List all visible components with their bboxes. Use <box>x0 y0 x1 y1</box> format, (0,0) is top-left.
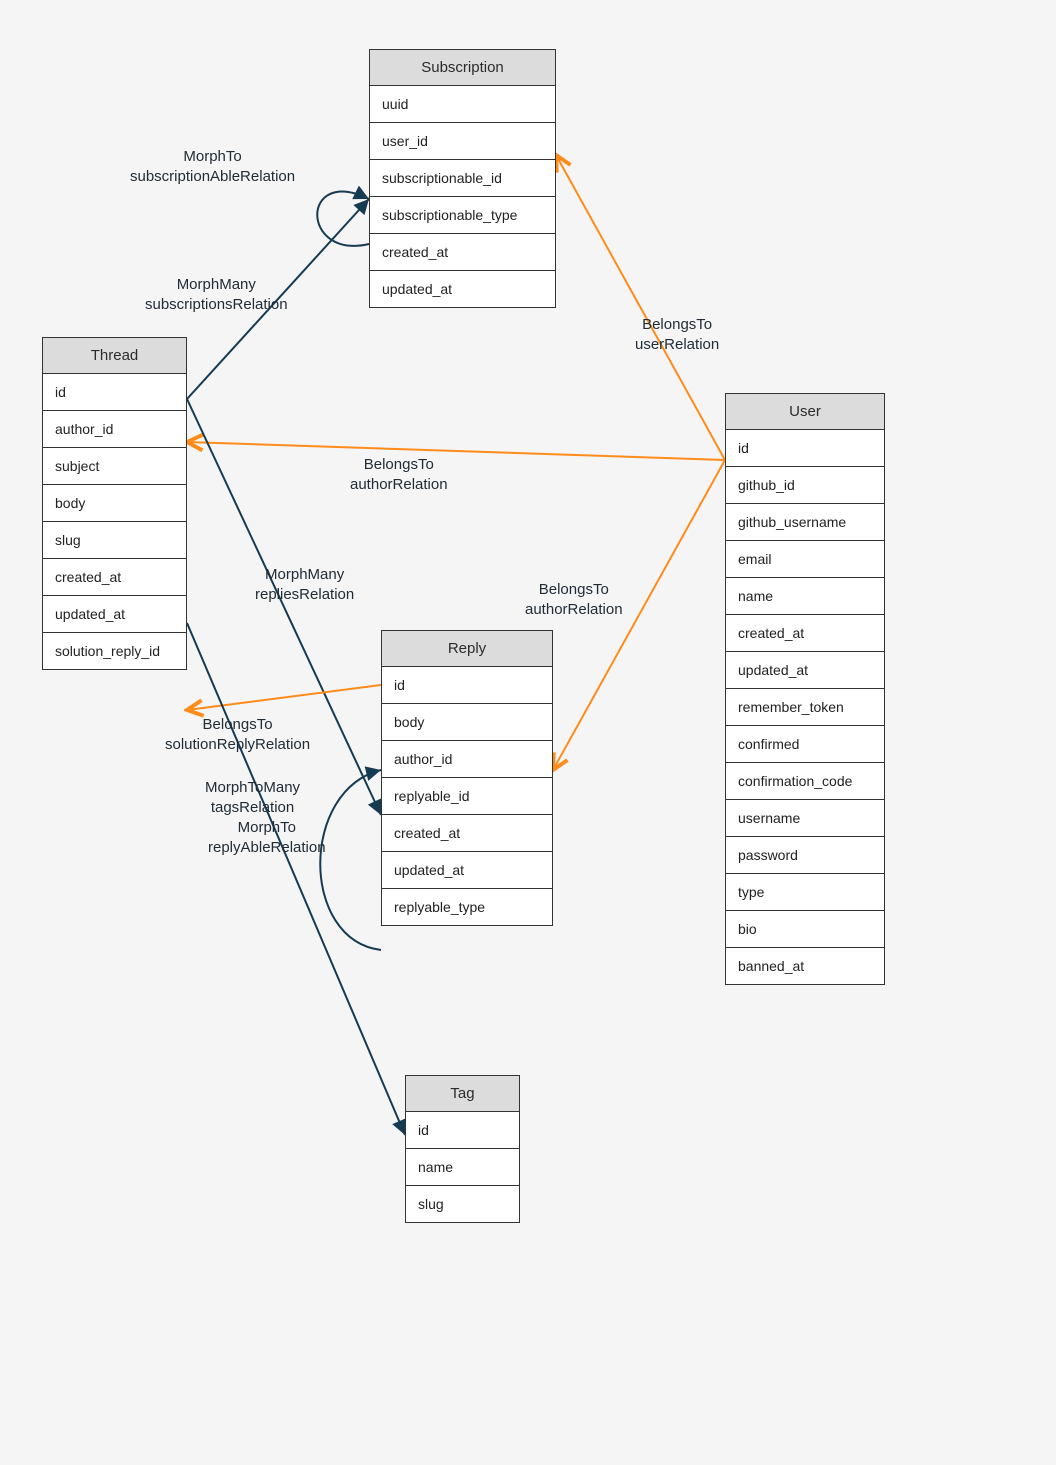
field: author_id <box>43 411 186 448</box>
field: user_id <box>370 123 555 160</box>
edge-morphtomany-tags <box>187 623 405 1135</box>
field: replyable_id <box>382 778 552 815</box>
label-belongsto-author-thread: BelongsTo authorRelation <box>350 455 448 494</box>
field: name <box>406 1149 519 1186</box>
label-belongsto-solutionreply: BelongsTo solutionReplyRelation <box>165 715 310 754</box>
field: github_id <box>726 467 884 504</box>
field: solution_reply_id <box>43 633 186 669</box>
field: author_id <box>382 741 552 778</box>
field: id <box>406 1112 519 1149</box>
field: subscriptionable_id <box>370 160 555 197</box>
field: updated_at <box>726 652 884 689</box>
field: updated_at <box>43 596 186 633</box>
field: banned_at <box>726 948 884 984</box>
entity-user: User id github_id github_username email … <box>725 393 885 985</box>
label-morphmany-subscriptions: MorphMany subscriptionsRelation <box>145 275 288 314</box>
field: name <box>726 578 884 615</box>
label-morphto-subscriptionable: MorphTo subscriptionAbleRelation <box>130 147 295 186</box>
entity-tag: Tag id name slug <box>405 1075 520 1223</box>
field: email <box>726 541 884 578</box>
field: replyable_type <box>382 889 552 925</box>
entity-title: Subscription <box>370 50 555 86</box>
field: updated_at <box>382 852 552 889</box>
entity-title: Thread <box>43 338 186 374</box>
field: uuid <box>370 86 555 123</box>
field: slug <box>43 522 186 559</box>
label-morphto-replyable: MorphTo replyAbleRelation <box>208 818 326 857</box>
field: confirmation_code <box>726 763 884 800</box>
field: bio <box>726 911 884 948</box>
field: slug <box>406 1186 519 1222</box>
field: password <box>726 837 884 874</box>
field: username <box>726 800 884 837</box>
edge-morphto-replyable <box>320 770 381 950</box>
edge-belongsto-solutionreply-b <box>187 685 381 710</box>
field: created_at <box>382 815 552 852</box>
field: remember_token <box>726 689 884 726</box>
entity-title: Reply <box>382 631 552 667</box>
entity-title: Tag <box>406 1076 519 1112</box>
label-morphtomany-tags: MorphToMany tagsRelation <box>205 778 300 817</box>
field: updated_at <box>370 271 555 307</box>
label-belongsto-author-reply: BelongsTo authorRelation <box>525 580 623 619</box>
field: id <box>43 374 186 411</box>
edge-belongsto-author-thread-b <box>187 442 725 460</box>
entity-title: User <box>726 394 884 430</box>
field: subscriptionable_type <box>370 197 555 234</box>
edge-belongsto-solutionreply-a <box>187 685 381 710</box>
label-belongsto-user: BelongsTo userRelation <box>635 315 719 354</box>
edge-belongsto-user-a <box>556 155 725 460</box>
field: id <box>382 667 552 704</box>
field: created_at <box>726 615 884 652</box>
er-diagram-canvas: { "entities": { "subscription": { "title… <box>0 0 1056 1465</box>
entity-subscription: Subscription uuid user_id subscriptionab… <box>369 49 556 308</box>
field: created_at <box>370 234 555 271</box>
field: subject <box>43 448 186 485</box>
edge-belongsto-user-b <box>556 155 725 460</box>
entity-thread: Thread id author_id subject body slug cr… <box>42 337 187 670</box>
field: type <box>726 874 884 911</box>
field: created_at <box>43 559 186 596</box>
field: body <box>382 704 552 741</box>
entity-reply: Reply id body author_id replyable_id cre… <box>381 630 553 926</box>
field: body <box>43 485 186 522</box>
field: id <box>726 430 884 467</box>
label-morphmany-replies: MorphMany repliesRelation <box>255 565 354 604</box>
edge-morphto-subscriptionable <box>317 192 369 246</box>
field: confirmed <box>726 726 884 763</box>
field: github_username <box>726 504 884 541</box>
edge-belongsto-author-thread-a <box>187 442 725 460</box>
